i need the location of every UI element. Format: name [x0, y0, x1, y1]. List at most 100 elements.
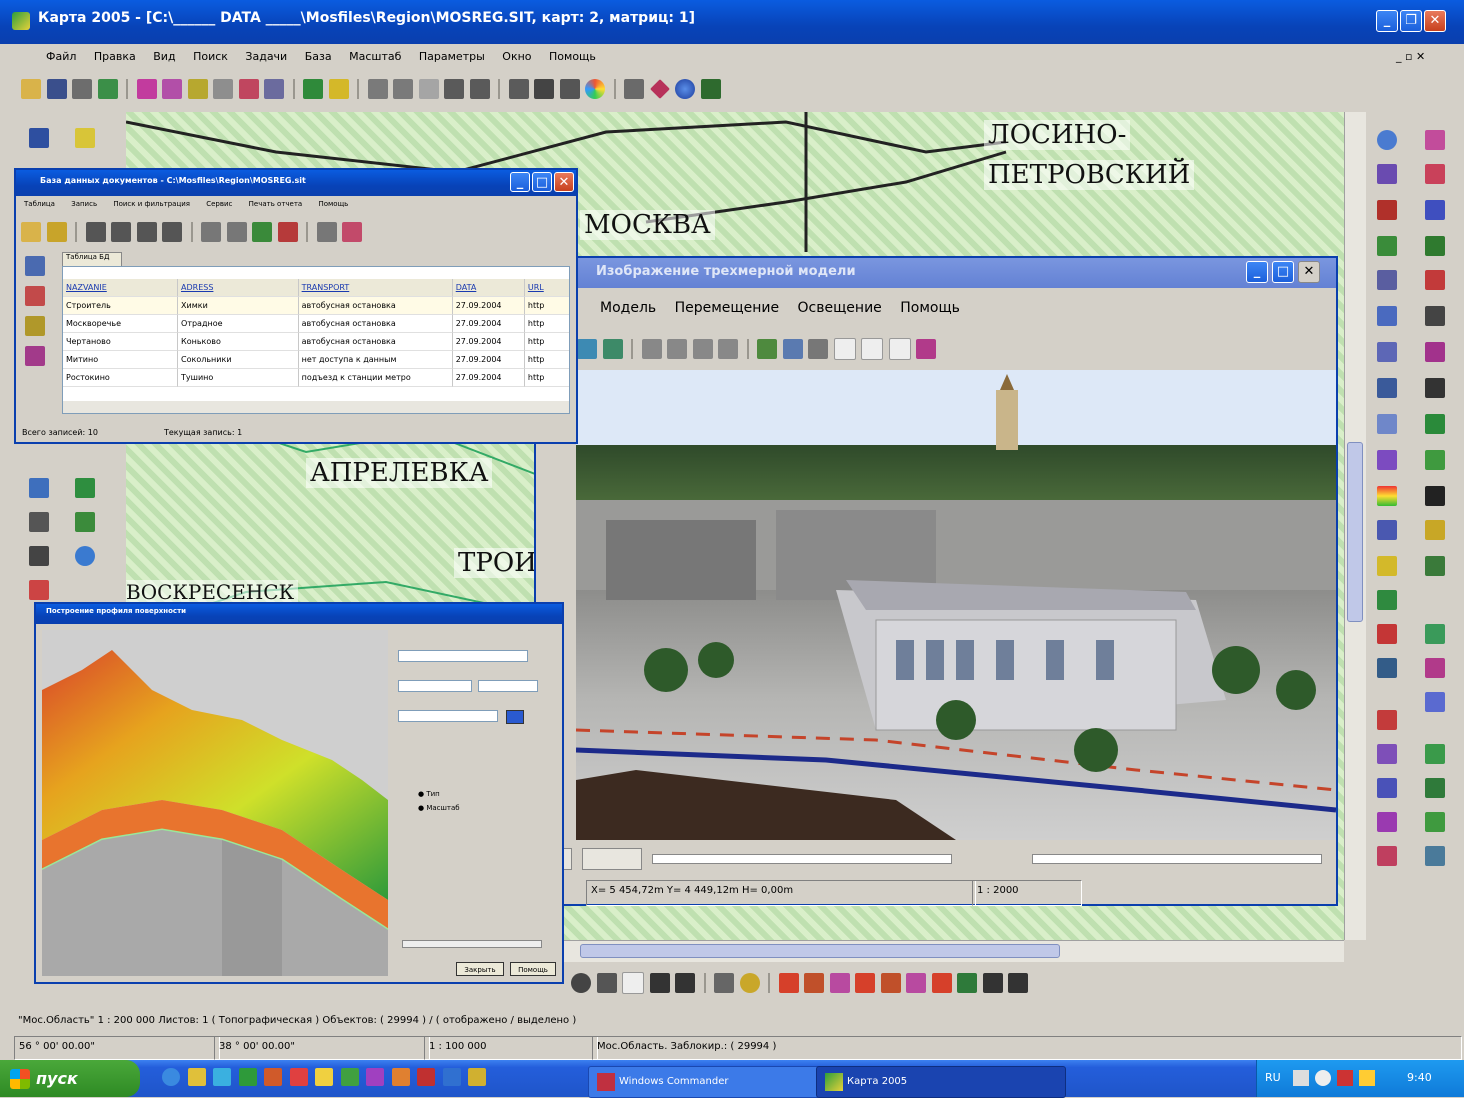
model-rotate-icon[interactable] — [692, 339, 713, 359]
model-save-icon[interactable] — [577, 339, 597, 359]
close-button[interactable]: ✕ — [1424, 10, 1446, 32]
model-3d-scene[interactable] — [576, 370, 1336, 840]
diamond-icon[interactable] — [649, 79, 670, 99]
model-menu-model[interactable]: Модель — [600, 300, 656, 316]
db-delete-icon[interactable] — [226, 222, 247, 242]
model-close-button[interactable]: ✕ — [1298, 261, 1320, 283]
line-icon[interactable] — [1377, 450, 1397, 470]
node-icon[interactable] — [75, 478, 95, 498]
x-mark-icon[interactable] — [1425, 342, 1445, 362]
palette-icon[interactable] — [585, 79, 605, 99]
db-tab[interactable]: Таблица БД — [62, 252, 122, 266]
prev-arrow-icon[interactable] — [649, 973, 670, 993]
model-menu-help[interactable]: Помощь — [900, 300, 960, 316]
help-icon[interactable] — [700, 79, 721, 99]
scroll-thumb-h[interactable] — [580, 944, 1060, 958]
edit-tool-9-icon[interactable] — [982, 973, 1003, 993]
profile-field-2[interactable] — [398, 680, 472, 692]
model-zoom-in-icon[interactable] — [641, 339, 662, 359]
open-icon[interactable] — [21, 79, 41, 99]
scatter-icon[interactable] — [1377, 846, 1397, 866]
col-header-transport[interactable]: TRANSPORT — [298, 279, 453, 297]
profile-close-button[interactable]: Закрыть — [456, 962, 504, 976]
edit-tool-10-icon[interactable] — [1008, 973, 1028, 993]
db-prev-icon[interactable] — [111, 222, 131, 242]
area-icon[interactable] — [534, 79, 554, 99]
model-menu-lighting[interactable]: Освещение — [798, 300, 882, 316]
menu-scale[interactable]: Масштаб — [349, 50, 401, 63]
profile-field-1[interactable] — [398, 650, 528, 662]
table-row[interactable]: Строитель Химки автобусная остановка 27.09.… — [63, 297, 569, 315]
tray-update-icon[interactable] — [1359, 1070, 1375, 1086]
db-print-icon[interactable] — [316, 222, 337, 242]
edit-object-icon[interactable] — [162, 79, 182, 99]
col-header-adress[interactable]: ADRESS — [178, 279, 299, 297]
model-minimize-button[interactable]: _ — [1246, 261, 1268, 283]
profile-help-button[interactable]: Помощь — [510, 962, 556, 976]
col-header-nazvanie[interactable]: NAZVANIE — [63, 279, 179, 297]
hatch-green-icon[interactable] — [1425, 624, 1445, 644]
map-vertical-scrollbar[interactable] — [1344, 112, 1366, 940]
main-title-bar[interactable]: Карта 2005 - [С:\______ DATA _____\Mosfi… — [0, 0, 1464, 44]
model-print-icon[interactable] — [602, 339, 623, 359]
pin-icon[interactable] — [1425, 556, 1445, 576]
menu-window[interactable]: Окно — [502, 50, 531, 63]
tray-antivirus-icon[interactable] — [1337, 1070, 1353, 1086]
printer-icon[interactable] — [624, 79, 644, 99]
model-reset-icon[interactable] — [718, 339, 738, 359]
ql-app8-icon[interactable] — [442, 1068, 461, 1086]
menu-help[interactable]: Помощь — [549, 50, 596, 63]
ruler-icon[interactable] — [508, 79, 529, 99]
eye-icon[interactable] — [1377, 130, 1397, 150]
ql-explorer-icon[interactable] — [187, 1068, 206, 1086]
draw-line-icon[interactable] — [596, 973, 617, 993]
model-texture-icon[interactable] — [782, 339, 803, 359]
db-first-icon[interactable] — [85, 222, 106, 242]
layer-stack-icon[interactable] — [1377, 306, 1397, 326]
task-karta[interactable]: Карта 2005 — [816, 1066, 1066, 1098]
minimize-button[interactable]: _ — [1376, 10, 1398, 32]
leaf-icon[interactable] — [1425, 812, 1445, 832]
menu-parameters[interactable]: Параметры — [419, 50, 485, 63]
print-icon[interactable] — [72, 79, 92, 99]
model-camera-icon[interactable] — [808, 339, 828, 359]
model-maximize-button[interactable]: □ — [1272, 261, 1294, 283]
profile-title-bar[interactable]: Построение профиля поверхности — [36, 604, 562, 624]
restore-button[interactable]: ❐ — [1400, 10, 1422, 32]
profile-chart[interactable] — [42, 630, 388, 976]
pan-icon[interactable] — [444, 79, 464, 99]
ql-app1-icon[interactable] — [264, 1068, 282, 1086]
next-arrow-icon[interactable] — [675, 973, 695, 993]
db-next-icon[interactable] — [136, 222, 157, 242]
cross-icon[interactable] — [1425, 378, 1445, 398]
db-side-query-icon[interactable] — [25, 316, 45, 336]
curve-icon[interactable] — [29, 478, 49, 498]
symbols-icon[interactable] — [1425, 200, 1445, 220]
ql-app2-icon[interactable] — [289, 1068, 308, 1086]
pencil-icon[interactable] — [29, 128, 49, 148]
profile-option-scale[interactable]: ● Масштаб — [418, 804, 460, 812]
db-close-button[interactable]: ✕ — [554, 172, 574, 192]
layers-icon[interactable] — [97, 79, 118, 99]
palette-tool-icon[interactable] — [739, 973, 760, 993]
db-open-icon[interactable] — [21, 222, 41, 242]
profile-field-4[interactable] — [398, 710, 498, 722]
ql-app6-icon[interactable] — [391, 1068, 410, 1086]
ql-ie-icon[interactable] — [162, 1068, 180, 1086]
ql-app9-icon[interactable] — [468, 1068, 486, 1086]
profile-color-swatch[interactable] — [506, 710, 524, 724]
db-menu-help[interactable]: Помощь — [318, 200, 348, 208]
brush-icon[interactable] — [75, 128, 95, 148]
tray-volume-icon[interactable] — [1315, 1070, 1331, 1086]
flag-icon[interactable] — [1377, 590, 1397, 610]
db-map-icon[interactable] — [342, 222, 362, 242]
nav-right-slider[interactable] — [1032, 854, 1322, 864]
col-header-data[interactable]: DATA — [452, 279, 525, 297]
zoom-in-icon[interactable] — [367, 79, 388, 99]
arrows-icon[interactable] — [1425, 164, 1445, 184]
db-last-icon[interactable] — [162, 222, 182, 242]
edit-tool-7-icon[interactable] — [931, 973, 952, 993]
sparkle-icon[interactable] — [1425, 744, 1445, 764]
edit-tool-8-icon[interactable] — [957, 973, 977, 993]
menu-search[interactable]: Поиск — [193, 50, 228, 63]
